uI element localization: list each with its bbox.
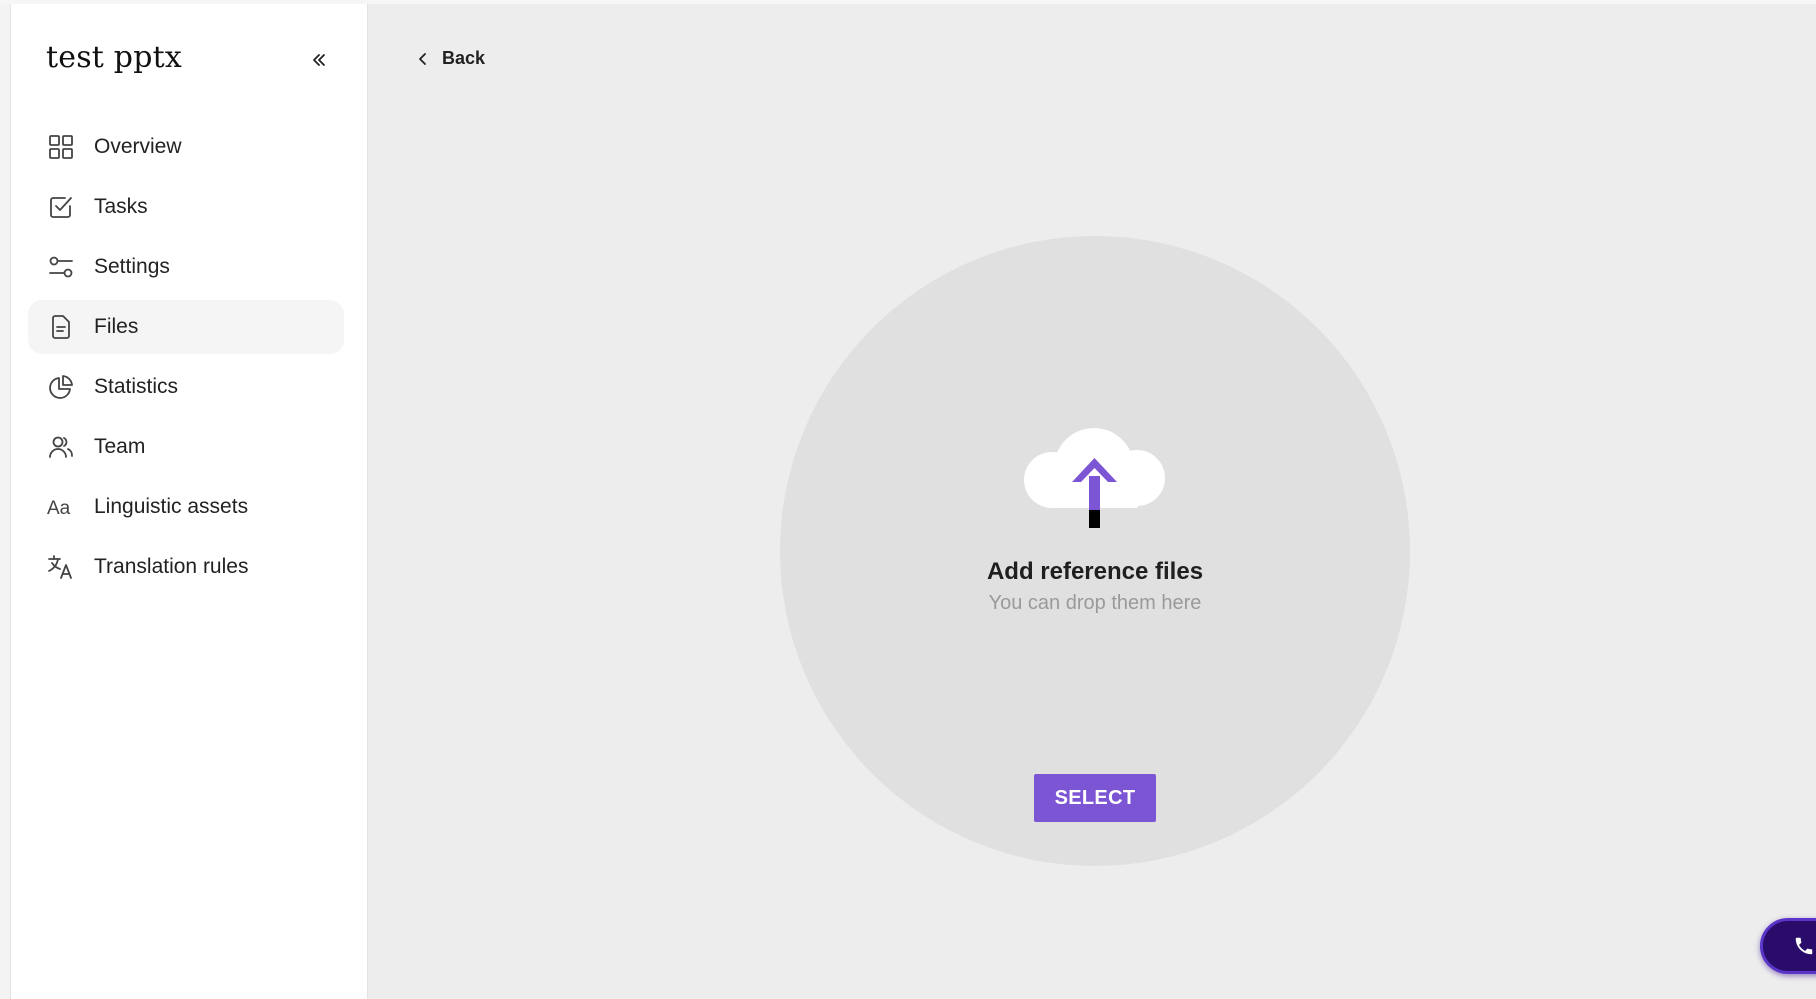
chevron-left-icon <box>419 52 426 65</box>
collapse-sidebar-button[interactable] <box>303 44 335 76</box>
left-gutter <box>0 4 11 999</box>
sidebar-item-linguistic-assets[interactable]: Aa Linguistic assets <box>28 480 344 534</box>
sidebar-item-team[interactable]: Team <box>28 420 344 474</box>
sidebar-item-label: Statistics <box>94 375 179 398</box>
sliders-icon <box>46 252 76 282</box>
sidebar-item-settings[interactable]: Settings <box>28 240 344 294</box>
sidebar-item-label: Overview <box>94 135 182 158</box>
sidebar-item-files[interactable]: Files <box>28 300 344 354</box>
sidebar-item-tasks[interactable]: Tasks <box>28 180 344 234</box>
project-title: test pptx <box>46 40 182 75</box>
back-label: Back <box>442 48 486 68</box>
file-icon <box>46 312 76 342</box>
sidebar-item-overview[interactable]: Overview <box>28 120 344 174</box>
sidebar-item-statistics[interactable]: Statistics <box>28 360 344 414</box>
back-button[interactable]: Back <box>416 48 485 69</box>
translate-icon <box>46 552 76 582</box>
sidebar-item-label: Tasks <box>94 195 148 218</box>
sidebar-item-label: Linguistic assets <box>94 495 249 518</box>
double-chevron-left-icon <box>313 54 325 66</box>
pie-chart-icon <box>46 372 76 402</box>
checkbox-icon <box>46 192 76 222</box>
svg-text:Aa: Aa <box>47 498 71 519</box>
select-files-button[interactable]: SELECT <box>1034 774 1156 822</box>
sidebar: test pptx Overview Tasks Settings Files … <box>11 4 368 999</box>
sidebar-item-label: Team <box>94 435 146 458</box>
sidebar-item-translation-rules[interactable]: Translation rules <box>28 540 344 594</box>
dropzone-title: Add reference files <box>986 558 1204 585</box>
cloud-upload-icon <box>1024 428 1165 528</box>
main-content: Back Add reference files You can drop th… <box>369 4 1816 999</box>
dropzone-subtitle: You can drop them here <box>988 592 1202 614</box>
grid-icon <box>46 132 76 162</box>
sidebar-item-label: Files <box>94 315 139 338</box>
font-aa-icon: Aa <box>46 492 76 522</box>
phone-icon <box>1795 937 1813 955</box>
file-dropzone[interactable]: Add reference files You can drop them he… <box>780 236 1410 866</box>
users-icon <box>46 432 76 462</box>
call-button[interactable] <box>1760 918 1816 974</box>
sidebar-nav: Overview Tasks Settings Files Statistics… <box>28 120 344 600</box>
sidebar-item-label: Translation rules <box>94 555 249 578</box>
sidebar-item-label: Settings <box>94 255 170 278</box>
